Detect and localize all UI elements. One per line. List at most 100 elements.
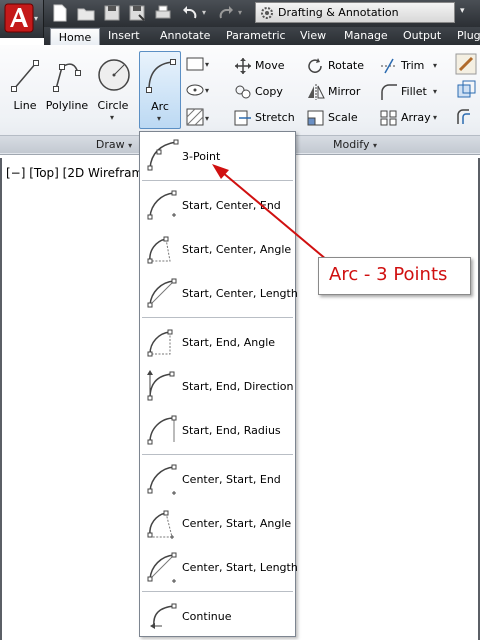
offset-icon[interactable]	[455, 105, 477, 127]
menu-item-start-end-radius[interactable]: Start, End, Radius	[140, 408, 295, 452]
arc-start-center-end-icon	[147, 190, 177, 220]
line-button[interactable]: Line	[2, 51, 48, 129]
draw-panel-expand-icon: ▾	[128, 141, 133, 150]
menu-separator	[142, 180, 293, 181]
move-icon	[235, 58, 251, 74]
workspace-switcher[interactable]: Drafting & Annotation	[255, 2, 455, 23]
gear-icon	[261, 7, 273, 19]
array-dropdown-icon: ▾	[433, 113, 438, 122]
polyline-button[interactable]: Polyline	[44, 51, 90, 129]
menu-item-start-center-angle[interactable]: Start, Center, Angle	[140, 227, 295, 271]
open-folder-icon[interactable]	[76, 3, 96, 23]
copy-label: Copy	[255, 85, 283, 98]
menu-item-label: Center, Start, Angle	[182, 517, 292, 530]
save-icon[interactable]	[102, 3, 122, 23]
rectangle-icon[interactable]: ▾	[185, 55, 211, 73]
line-icon	[11, 60, 39, 92]
save-as-icon[interactable]	[127, 3, 147, 23]
circle-icon	[98, 59, 130, 91]
copy-icon	[235, 85, 251, 99]
menu-item-center-start-length[interactable]: Center, Start, Length	[140, 545, 298, 589]
tab-manage[interactable]: Manage	[344, 27, 388, 45]
autocad-logo-icon	[4, 3, 34, 33]
menu-separator	[142, 317, 293, 318]
arc-dropdown-menu: 3-Point Start, Center, End Start, Center…	[139, 131, 298, 638]
redo-icon[interactable]	[216, 3, 236, 23]
arc-start-end-direction-icon	[147, 370, 175, 401]
menu-item-center-start-end[interactable]: Center, Start, End	[140, 457, 295, 501]
quick-access-toolbar: ▾ ▾ Drafting & Annotation ▾	[0, 0, 480, 27]
undo-dropdown-icon[interactable]: ▾	[202, 8, 206, 17]
arc-start-end-angle-icon	[147, 329, 173, 357]
scale-icon	[307, 110, 324, 126]
print-icon[interactable]	[153, 3, 173, 23]
arc-start-center-angle-icon	[147, 236, 171, 264]
polyline-label: Polyline	[45, 99, 89, 112]
menu-item-start-end-angle[interactable]: Start, End, Angle	[140, 320, 295, 364]
polyline-icon	[53, 63, 81, 92]
trim-button[interactable]: Trim ▾	[379, 55, 441, 77]
trim-icon	[381, 58, 397, 74]
circle-button[interactable]: Circle ▾	[90, 51, 136, 129]
menu-item-label: Continue	[182, 610, 232, 623]
rotate-label: Rotate	[328, 59, 365, 72]
application-button[interactable]: ▾	[0, 0, 44, 38]
fillet-label: Fillet	[401, 85, 427, 98]
menu-item-start-center-length[interactable]: Start, Center, Length	[140, 271, 298, 315]
undo-icon[interactable]	[180, 3, 200, 23]
menu-item-start-center-end[interactable]: Start, Center, End	[140, 183, 295, 227]
tab-parametric[interactable]: Parametric	[226, 27, 286, 45]
menu-item-label: Start, Center, Angle	[182, 243, 292, 256]
tab-plug[interactable]: Plug	[457, 27, 480, 45]
fillet-icon	[381, 84, 397, 100]
menu-item-center-start-angle[interactable]: Center, Start, Angle	[140, 501, 295, 545]
line-label: Line	[13, 99, 37, 112]
application-menu-arrow-icon: ▾	[34, 14, 39, 23]
array-button[interactable]: Array ▾	[379, 107, 441, 129]
arc-label: Arc	[151, 100, 169, 113]
stretch-label: Stretch	[255, 111, 295, 124]
viewport-controls[interactable]: [−] [Top] [2D Wireframe	[6, 166, 151, 180]
tab-annotate[interactable]: Annotate	[160, 27, 210, 45]
arc-center-start-end-icon	[147, 464, 177, 495]
arc-start-center-length-icon	[147, 278, 177, 308]
new-file-icon[interactable]	[50, 3, 70, 23]
arc-center-start-angle-icon	[147, 510, 174, 539]
menu-item-continue[interactable]: Continue	[140, 594, 295, 638]
arc-button[interactable]: Arc ▾	[139, 51, 181, 129]
callout-text: Arc - 3 Points	[329, 264, 448, 285]
menu-item-start-end-direction[interactable]: Start, End, Direction	[140, 364, 295, 408]
tab-home[interactable]: Home	[50, 28, 100, 46]
move-label: Move	[255, 59, 285, 72]
array-icon	[380, 110, 397, 126]
menu-separator	[142, 454, 293, 455]
menu-item-label: Start, End, Radius	[182, 424, 281, 437]
redo-dropdown-icon[interactable]: ▾	[238, 8, 242, 17]
ellipse-icon[interactable]: ▾	[185, 81, 211, 99]
svg-text:▾: ▾	[205, 114, 209, 123]
rotate-icon	[308, 58, 322, 73]
arc-start-end-radius-icon	[147, 415, 177, 445]
ribbon-tabs: Home Insert Annotate Parametric View Man…	[44, 27, 480, 46]
hatch-icon[interactable]: ▾	[185, 107, 211, 127]
erase-icon[interactable]	[455, 53, 477, 75]
menu-item-3-point[interactable]: 3-Point	[140, 134, 295, 178]
fillet-button[interactable]: Fillet ▾	[379, 81, 441, 103]
circle-label: Circle	[97, 99, 129, 112]
menu-item-label: 3-Point	[182, 150, 221, 163]
arc-3-point-icon	[147, 139, 179, 171]
explode-icon[interactable]	[455, 79, 477, 101]
tab-output[interactable]: Output	[403, 27, 441, 45]
tab-view[interactable]: View	[300, 27, 326, 45]
arc-dropdown-icon: ▾	[157, 114, 162, 123]
customize-qat-icon[interactable]: ▾	[460, 6, 465, 16]
mirror-label: Mirror	[328, 85, 361, 98]
menu-item-label: Start, Center, End	[182, 199, 281, 212]
menu-item-label: Center, Start, Length	[182, 561, 298, 574]
modify-panel-title: Modify	[333, 138, 370, 151]
scale-label: Scale	[328, 111, 358, 124]
svg-text:▾: ▾	[205, 86, 209, 95]
svg-text:▾: ▾	[205, 60, 209, 69]
array-label: Array	[401, 111, 431, 124]
tab-insert[interactable]: Insert	[108, 27, 140, 45]
